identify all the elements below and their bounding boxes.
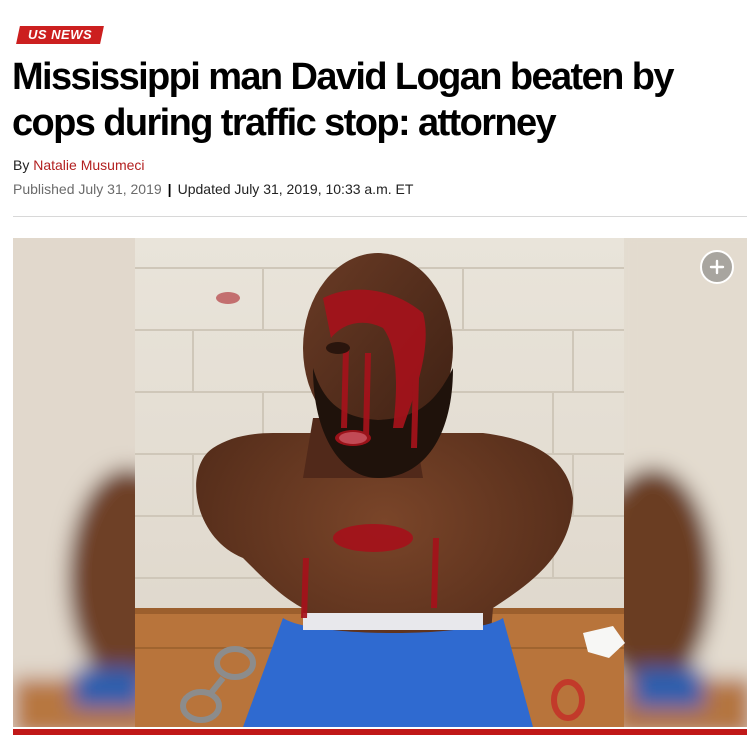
updated-date: Updated July 31, 2019, 10:33 a.m. ET: [177, 181, 414, 197]
expand-photo-button[interactable]: [700, 250, 734, 284]
plus-circle-icon: [709, 259, 725, 275]
section-tag[interactable]: US NEWS: [16, 26, 105, 44]
byline: By Natalie Musumeci: [13, 157, 145, 173]
published-date: Published July 31, 2019: [13, 181, 162, 197]
article-dates: Published July 31, 2019 | Updated July 31,…: [13, 181, 413, 197]
article-headline: Mississippi man David Logan beaten by co…: [12, 56, 674, 144]
author-link[interactable]: Natalie Musumeci: [33, 157, 144, 173]
article-photo[interactable]: [13, 238, 747, 727]
byline-prefix: By: [13, 157, 30, 173]
header-divider: [13, 216, 747, 217]
section-tag-label: US NEWS: [28, 27, 93, 42]
date-separator: |: [167, 181, 172, 197]
photo-illustration: [13, 238, 747, 727]
photo-caption-bar: [13, 729, 747, 735]
